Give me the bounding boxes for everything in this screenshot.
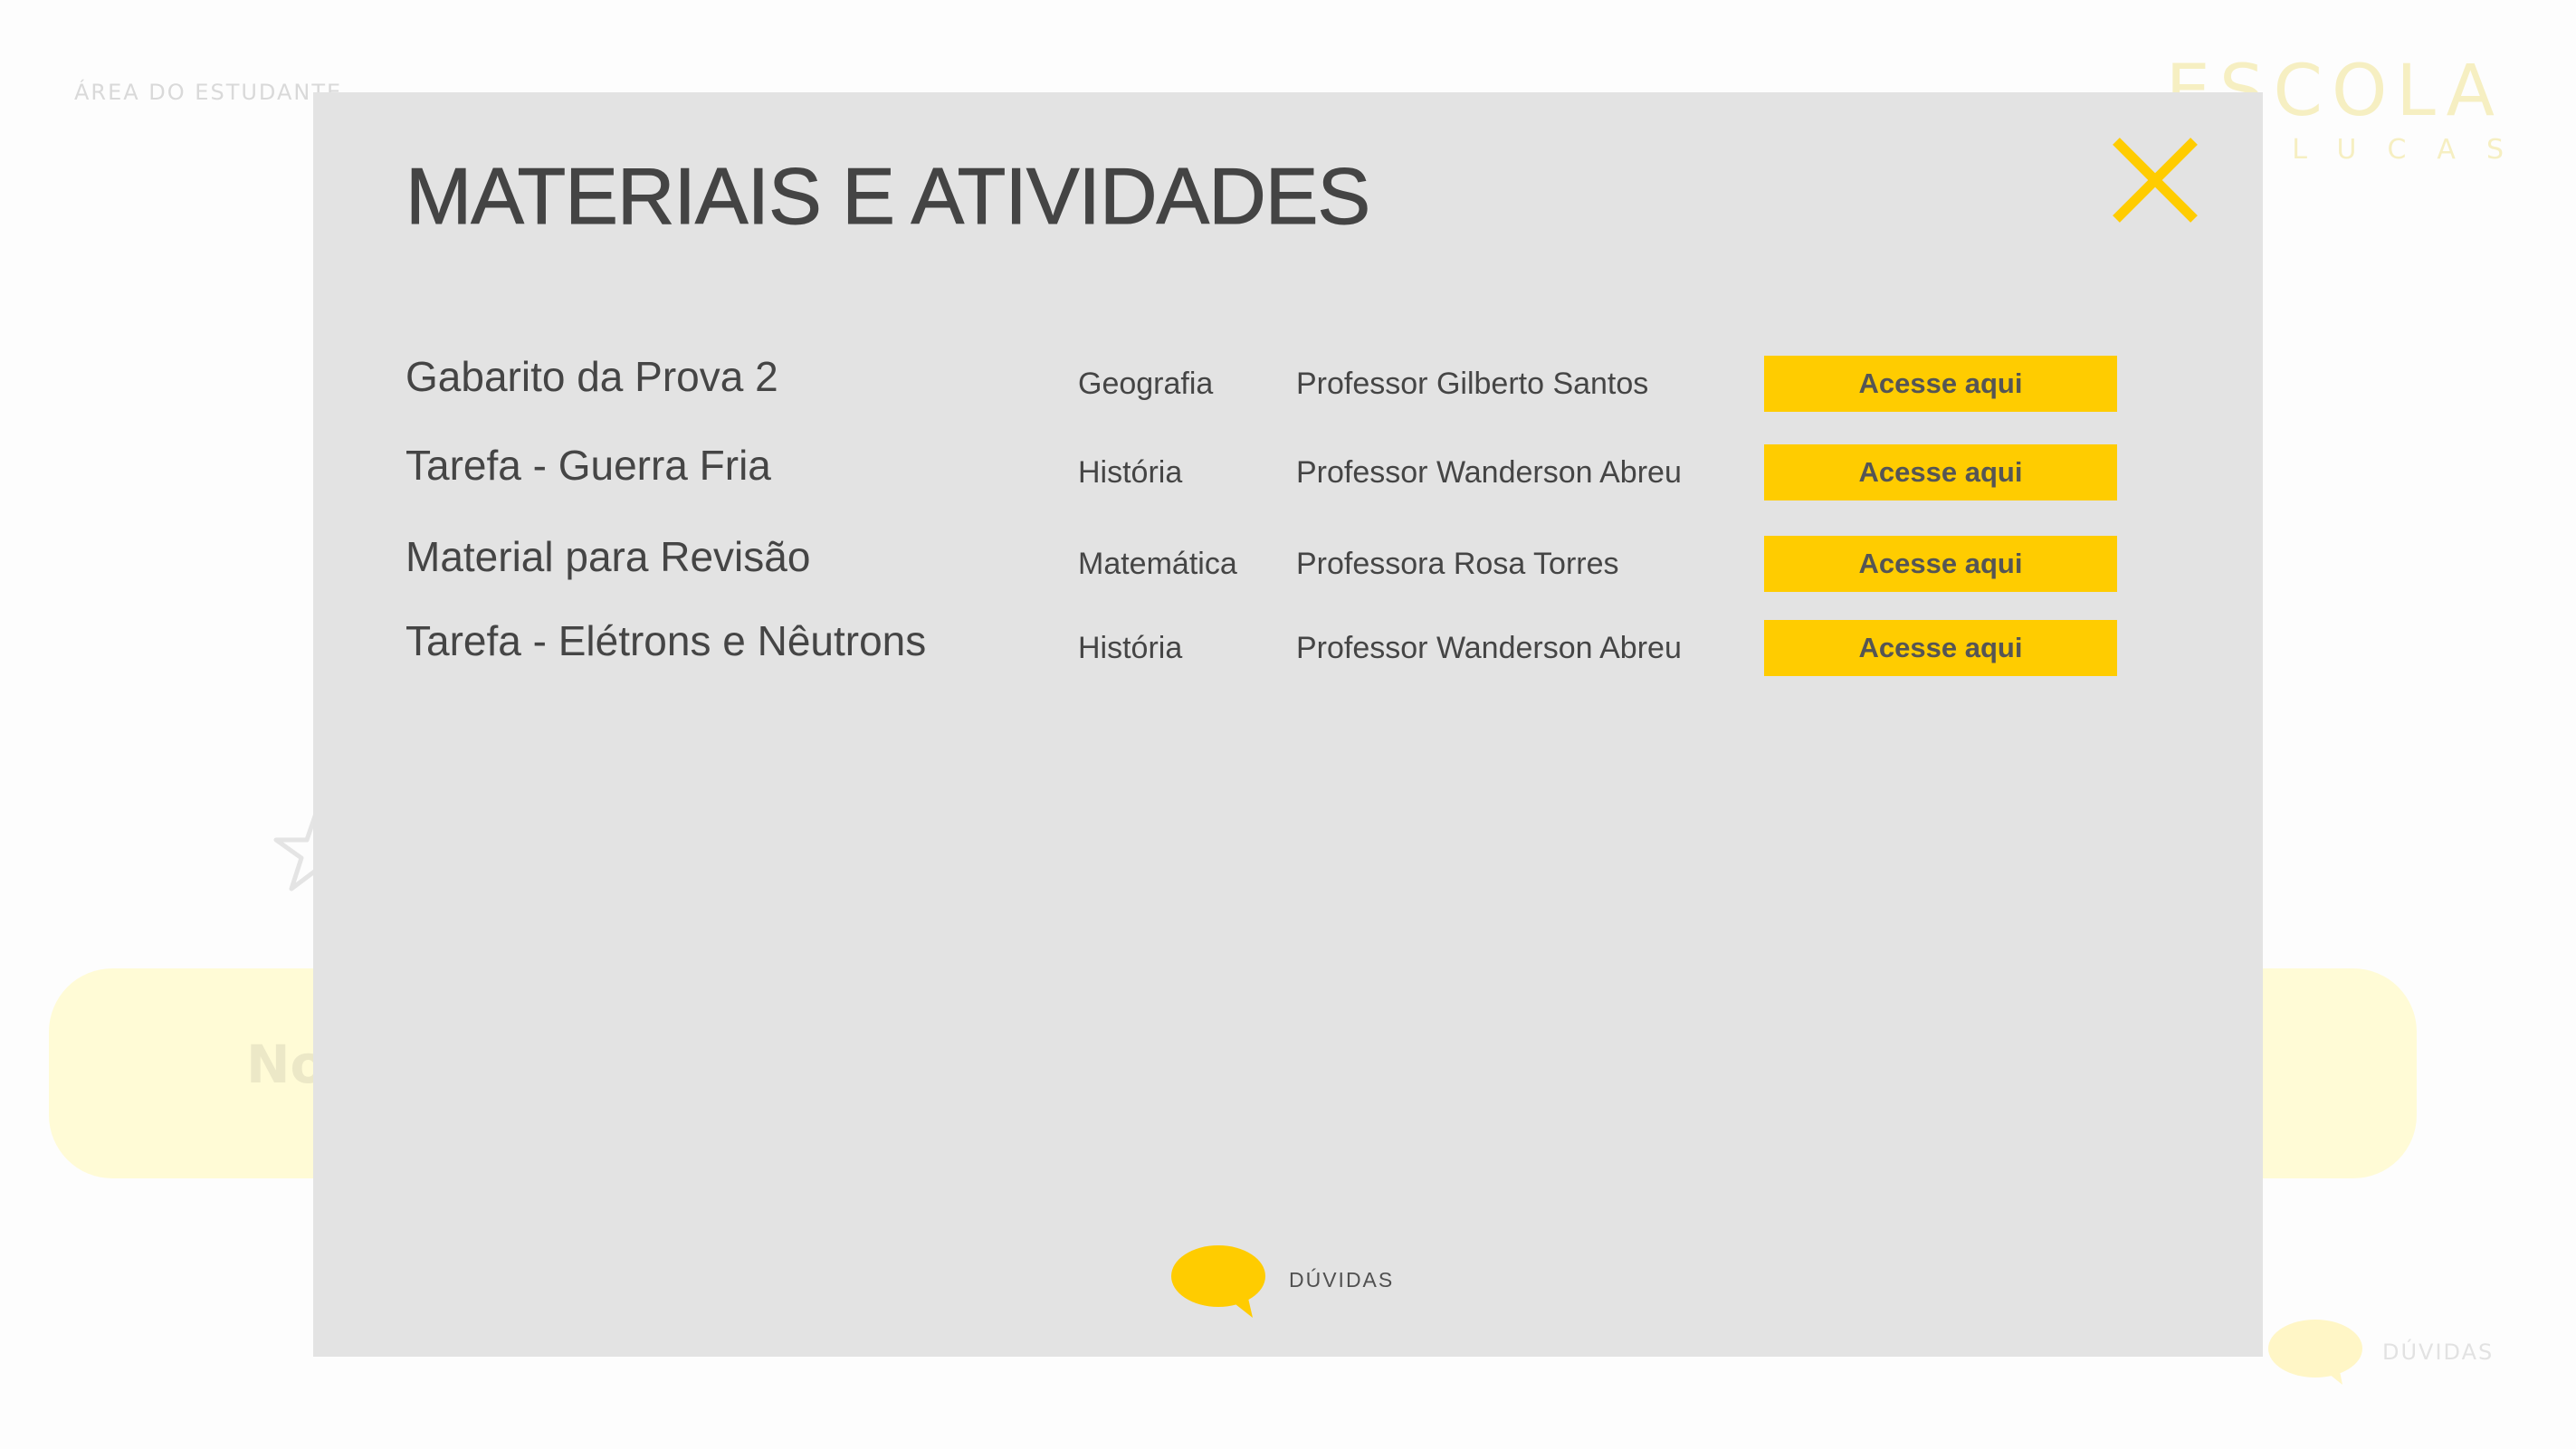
access-button[interactable]: Acesse aqui xyxy=(1764,356,2117,412)
material-row: Gabarito da Prova 2 Geografia Professor … xyxy=(313,353,2263,414)
material-row: Tarefa - Elétrons e Nêutrons História Pr… xyxy=(313,617,2263,678)
access-button[interactable]: Acesse aqui xyxy=(1764,536,2117,592)
background-help-label: DÚVIDAS xyxy=(2382,1339,2495,1365)
material-teacher: Professor Gilberto Santos xyxy=(1296,367,1649,401)
access-button[interactable]: Acesse aqui xyxy=(1764,620,2117,676)
material-teacher: Professora Rosa Torres xyxy=(1296,547,1619,581)
material-row: Material para Revisão Matemática Profess… xyxy=(313,533,2263,594)
material-row: Tarefa - Guerra Fria História Professor … xyxy=(313,442,2263,502)
material-teacher: Professor Wanderson Abreu xyxy=(1296,455,1682,490)
materials-modal: MATERIAIS E ATIVIDADES Gabarito da Prova… xyxy=(313,92,2263,1357)
material-subject: História xyxy=(1078,631,1183,665)
material-title: Tarefa - Elétrons e Nêutrons xyxy=(405,617,927,664)
material-subject: Matemática xyxy=(1078,547,1237,581)
material-title: Tarefa - Guerra Fria xyxy=(405,442,771,489)
chat-bubble-icon xyxy=(1171,1245,1265,1318)
material-subject: Geografia xyxy=(1078,367,1214,401)
close-button[interactable] xyxy=(2105,130,2205,230)
help-label: DÚVIDAS xyxy=(1289,1267,1395,1292)
modal-title: MATERIAIS E ATIVIDADES xyxy=(405,151,1370,242)
material-subject: História xyxy=(1078,455,1183,490)
background-help-button: DÚVIDAS xyxy=(2268,1320,2494,1385)
close-x-icon xyxy=(2113,138,2198,223)
chat-bubble-icon xyxy=(2268,1320,2362,1385)
material-teacher: Professor Wanderson Abreu xyxy=(1296,631,1682,665)
help-button[interactable]: DÚVIDAS xyxy=(1171,1245,1394,1318)
material-title: Material para Revisão xyxy=(405,533,811,580)
material-title: Gabarito da Prova 2 xyxy=(405,353,778,400)
area-header-label: ÁREA DO ESTUDANTE xyxy=(74,80,343,105)
access-button[interactable]: Acesse aqui xyxy=(1764,444,2117,500)
